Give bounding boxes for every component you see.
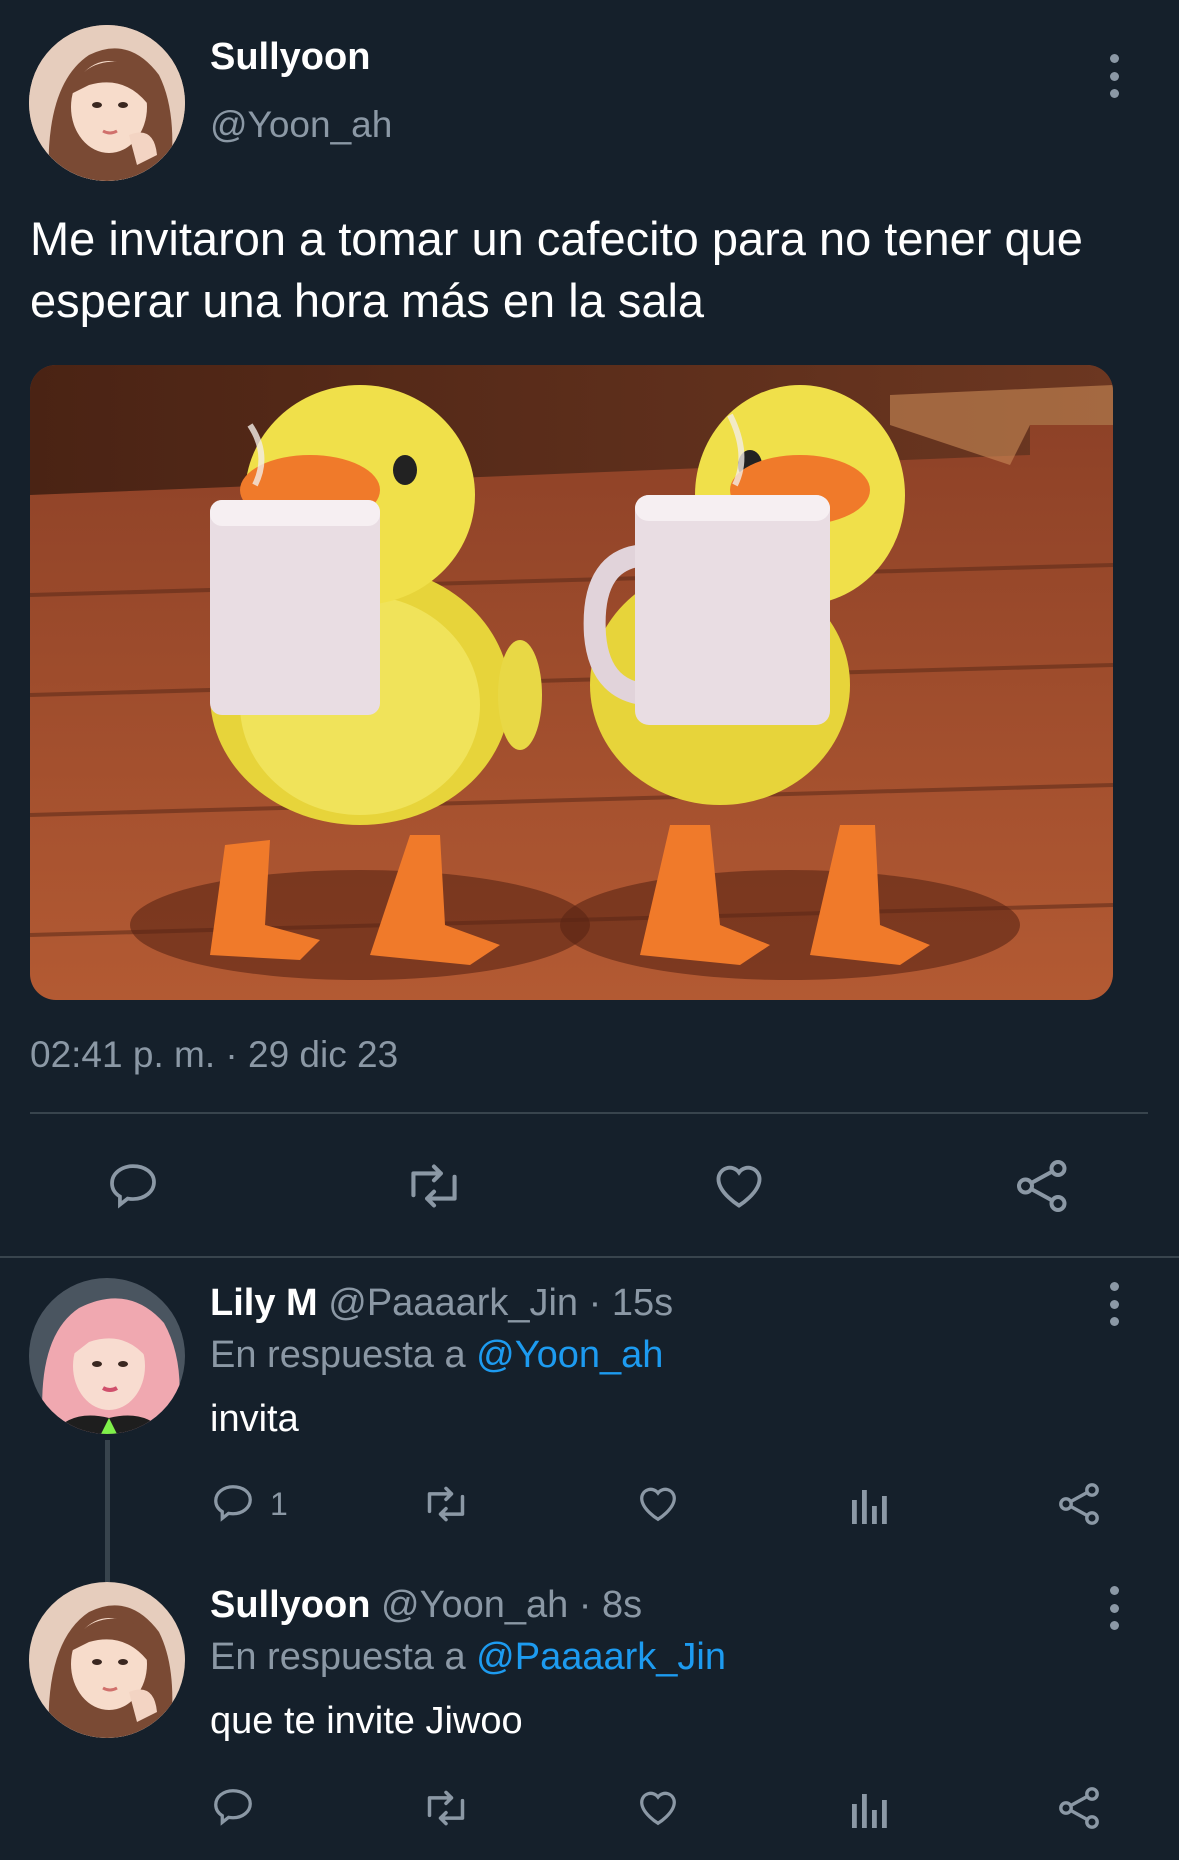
like-icon[interactable] — [634, 1784, 682, 1830]
retweet-icon[interactable] — [420, 1482, 472, 1526]
analytics-icon[interactable] — [850, 1484, 890, 1524]
like-icon[interactable] — [634, 1480, 682, 1526]
reply-icon[interactable] — [105, 1158, 161, 1214]
share-icon[interactable] — [1056, 1480, 1104, 1528]
tweet-image[interactable] — [30, 365, 1113, 1000]
stats-divider — [30, 1112, 1148, 1114]
thread-divider — [0, 1256, 1179, 1258]
more-options-icon[interactable] — [1104, 1282, 1124, 1326]
tweet-timestamp[interactable]: 02:41 p. m. · 29 dic 23 — [30, 1034, 398, 1076]
more-options-icon[interactable] — [1104, 1586, 1124, 1630]
reply-header: Lily M @Paaaark_Jin · 15s — [210, 1282, 673, 1325]
reply-display-name[interactable]: Sullyoon — [210, 1584, 370, 1626]
retweet-icon[interactable] — [402, 1158, 466, 1214]
reply-text: que te invite Jiwoo — [210, 1700, 523, 1742]
reply-icon[interactable] — [210, 1784, 256, 1830]
replying-to-link[interactable]: @Yoon_ah — [476, 1334, 663, 1376]
reply-avatar[interactable] — [29, 1582, 185, 1738]
author-avatar[interactable] — [29, 25, 185, 181]
reply-count: 1 — [270, 1486, 288, 1522]
tweet-text: Me invitaron a tomar un cafecito para no… — [30, 212, 1083, 327]
replying-to-line: En respuesta a @Yoon_ah — [210, 1334, 663, 1377]
more-options-icon[interactable] — [1104, 54, 1124, 98]
replying-to-label: En respuesta a — [210, 1334, 466, 1376]
replying-to-link[interactable]: @Paaaark_Jin — [476, 1636, 726, 1678]
reply-text: invita — [210, 1398, 299, 1440]
replying-to-line: En respuesta a @Paaaark_Jin — [210, 1636, 726, 1679]
reply-display-name[interactable]: Lily M — [210, 1282, 318, 1324]
analytics-icon[interactable] — [850, 1788, 890, 1828]
reply-avatar[interactable] — [29, 1278, 185, 1434]
share-icon[interactable] — [1013, 1156, 1073, 1216]
reply-header: Sullyoon @Yoon_ah · 8s — [210, 1584, 642, 1627]
author-handle[interactable]: @Yoon_ah — [210, 104, 392, 146]
reply-icon[interactable] — [210, 1480, 256, 1526]
retweet-icon[interactable] — [420, 1786, 472, 1830]
replying-to-label: En respuesta a — [210, 1636, 466, 1678]
like-icon[interactable] — [709, 1156, 769, 1214]
reply-handle-time[interactable]: @Paaaark_Jin · 15s — [328, 1282, 673, 1324]
share-icon[interactable] — [1056, 1784, 1104, 1832]
thread-connector-line — [105, 1440, 110, 1582]
author-display-name[interactable]: Sullyoon — [210, 36, 370, 79]
reply-handle-time[interactable]: @Yoon_ah · 8s — [381, 1584, 642, 1626]
